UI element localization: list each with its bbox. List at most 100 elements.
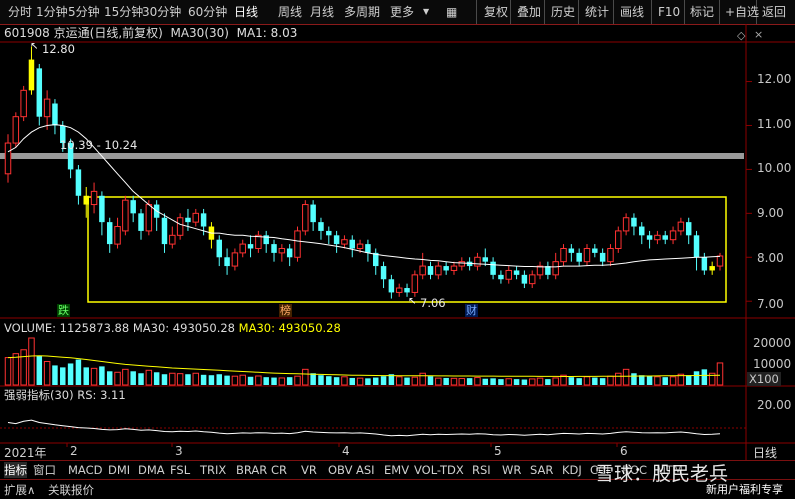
- volume-bar: [576, 378, 582, 385]
- volume-bar: [114, 371, 121, 386]
- candle-body: [552, 261, 559, 276]
- low-price-label: 7.06: [420, 296, 446, 310]
- indicator-tab-12[interactable]: EMV: [384, 462, 409, 478]
- volume-bar: [592, 377, 598, 385]
- volume-bar: [239, 374, 246, 386]
- indicator-tab-2[interactable]: MACD: [68, 462, 102, 478]
- volume-bar: [278, 377, 286, 386]
- candle-body: [83, 195, 89, 205]
- indicator-tab-15[interactable]: WR: [502, 462, 521, 478]
- indicator-tab-6[interactable]: TRIX: [200, 462, 226, 478]
- indicator-tab-16[interactable]: SAR: [530, 462, 553, 478]
- candle-body: [716, 255, 724, 267]
- volume-bar: [545, 379, 551, 385]
- candle-body: [36, 68, 43, 117]
- candle-body: [176, 217, 184, 236]
- marker-list[interactable]: 榜: [279, 304, 292, 317]
- candle-body: [607, 247, 614, 263]
- volume-bar: [185, 374, 191, 385]
- candle-body: [161, 217, 168, 245]
- candle-body: [622, 217, 630, 232]
- indicator-tab-4[interactable]: DMA: [138, 462, 165, 478]
- volume-bar: [607, 375, 614, 386]
- time-axis-label: 3: [175, 444, 183, 458]
- candle-body: [646, 235, 653, 240]
- volume-bar: [505, 378, 512, 386]
- volume-bar: [286, 377, 293, 385]
- candle-body: [560, 247, 567, 263]
- price-axis-label: 12.00: [757, 72, 792, 86]
- indicator-tab-17[interactable]: KDJ: [562, 462, 582, 478]
- volume-bar: [513, 379, 520, 385]
- candle-body: [122, 199, 129, 232]
- marker-fall[interactable]: 跌: [57, 304, 70, 317]
- volume-bar: [145, 369, 153, 386]
- candle-body: [356, 243, 364, 249]
- indicator-tab-3[interactable]: DMI: [108, 462, 130, 478]
- price-axis-label: 8.00: [757, 251, 784, 265]
- volume-bar: [372, 377, 379, 385]
- indicator-tab-10[interactable]: OBV: [328, 462, 352, 478]
- volume-header: VOLUME: 1125873.88 MA30: 493050.28 MA30:…: [4, 321, 341, 335]
- candle-body: [145, 204, 153, 232]
- volume-bar: [192, 372, 200, 386]
- indicator-tab-9[interactable]: VR: [301, 462, 317, 478]
- volume-bar: [302, 368, 309, 386]
- candle-body: [521, 274, 528, 284]
- candle-body: [654, 234, 661, 241]
- volume-bar: [701, 369, 708, 385]
- vol-unit: X100: [747, 372, 781, 386]
- volume-bar: [427, 376, 434, 385]
- candle-body: [169, 234, 176, 245]
- volume-bar: [349, 377, 356, 385]
- candle-body: [90, 190, 98, 206]
- volume-bar: [716, 362, 724, 386]
- candle-body: [490, 261, 496, 275]
- volume-bar: [176, 373, 184, 386]
- high-price-label: 12.80: [42, 42, 75, 56]
- marker-finance[interactable]: 财: [465, 304, 478, 317]
- indicator-tab-14[interactable]: RSI: [472, 462, 491, 478]
- candle-body: [505, 269, 512, 280]
- volume-bar: [75, 359, 82, 385]
- volume-bar: [4, 357, 12, 386]
- volume-bar: [443, 377, 449, 385]
- indicator-tab-1[interactable]: 窗口: [33, 462, 56, 478]
- volume-bar: [693, 371, 700, 385]
- volume-bar: [419, 372, 426, 386]
- indicator-tab-13[interactable]: VOL-TDX: [414, 462, 464, 478]
- candle-body: [43, 98, 51, 118]
- candle-body: [528, 274, 536, 285]
- candle-body: [677, 221, 685, 232]
- volume-bar: [528, 378, 536, 386]
- volume-bar: [169, 372, 176, 386]
- indicator-tab-8[interactable]: CR: [271, 462, 287, 478]
- candle-body: [388, 279, 395, 293]
- indicator-tab-11[interactable]: ASI: [356, 462, 375, 478]
- volume-bar: [83, 367, 89, 385]
- indicator-tab-5[interactable]: FSL: [170, 462, 190, 478]
- time-axis-label: 2021年: [4, 446, 47, 460]
- candle-body: [615, 230, 622, 249]
- candle-body: [498, 274, 504, 280]
- volume-bar: [654, 376, 661, 386]
- candle-body: [482, 257, 489, 262]
- extension-tab-0[interactable]: 扩展∧: [4, 482, 35, 498]
- extension-tab-1[interactable]: 关联报价: [48, 482, 94, 498]
- candle-body: [333, 235, 340, 245]
- indicator-tab-7[interactable]: BRAR: [236, 462, 267, 478]
- indicator-tab-0[interactable]: 指标: [4, 462, 27, 478]
- rs-value: RS: 3.11: [77, 388, 126, 402]
- candle-body: [247, 244, 254, 249]
- candle-body: [568, 248, 575, 253]
- candle-body: [239, 243, 246, 254]
- candle-body: [106, 222, 113, 245]
- high-arrow-icon: ↖: [30, 41, 39, 52]
- volume-bar: [271, 377, 277, 385]
- candle-body: [701, 257, 708, 271]
- volume-bar: [60, 367, 66, 385]
- candle-body: [583, 247, 591, 263]
- price-axis-label: 7.00: [757, 297, 784, 311]
- volume-bar: [450, 377, 458, 386]
- volume-bar: [482, 378, 489, 385]
